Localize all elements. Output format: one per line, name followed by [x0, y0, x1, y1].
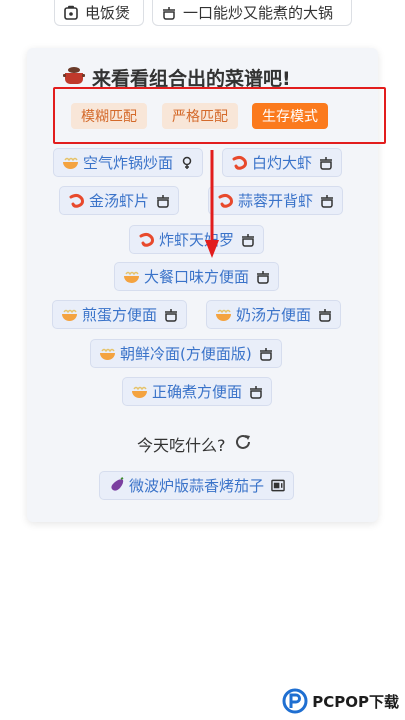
- today-pick-item[interactable]: 微波炉版蒜香烤茄子: [99, 471, 295, 500]
- recipe-item[interactable]: 煎蛋方便面: [52, 300, 188, 329]
- today-label: 今天吃什么?: [137, 436, 226, 455]
- tool-chip-pot[interactable]: 一口能炒又能煮的大锅: [152, 0, 352, 26]
- recipe-name: 炸虾天妇罗: [159, 231, 235, 249]
- watermark: PCPOP下载: [282, 688, 399, 714]
- watermark-text: PCPOP下载: [312, 692, 399, 711]
- mode-strict-button[interactable]: 严格匹配: [162, 103, 238, 129]
- mode-survival-button[interactable]: 生存模式: [252, 103, 328, 129]
- recipe-item[interactable]: 正确煮方便面: [122, 377, 273, 406]
- noodle-bowl-icon: [215, 306, 232, 323]
- mode-fuzzy-button[interactable]: 模糊匹配: [71, 103, 147, 129]
- noodle-bowl-icon: [62, 154, 79, 171]
- shrimp-icon: [231, 154, 248, 171]
- pot-icon: [259, 347, 273, 361]
- shrimp-icon: [138, 231, 155, 248]
- pot-icon: [318, 308, 332, 322]
- rice-cooker-icon: [63, 5, 79, 21]
- today-section: 今天吃什么?: [137, 432, 252, 456]
- recipe-name: 金汤虾片: [89, 192, 150, 210]
- microwave-icon: [271, 479, 285, 493]
- pot-icon: [319, 156, 333, 170]
- recipe-name: 奶汤方便面: [236, 306, 312, 324]
- eggplant-icon: [108, 477, 125, 494]
- annotation-arrow: [205, 150, 219, 258]
- recipe-name: 大餐口味方便面: [144, 268, 250, 286]
- pot-icon: [320, 194, 334, 208]
- shrimp-icon: [68, 192, 85, 209]
- recipe-name: 微波炉版蒜香烤茄子: [129, 477, 265, 495]
- recipe-item[interactable]: 空气炸锅炒面: [53, 148, 204, 177]
- tool-chip-label: 电饭煲: [85, 4, 131, 22]
- recipe-item[interactable]: 白灼大虾: [222, 148, 343, 177]
- pot-icon: [164, 308, 178, 322]
- refresh-icon[interactable]: [234, 433, 252, 455]
- recipe-name: 空气炸锅炒面: [83, 154, 174, 172]
- pot-icon: [161, 5, 177, 21]
- pot-icon: [156, 194, 170, 208]
- recipe-name: 煎蛋方便面: [82, 306, 158, 324]
- noodle-bowl-icon: [131, 383, 148, 400]
- recipe-item[interactable]: 炸虾天妇罗: [129, 225, 265, 254]
- pot-icon: [256, 270, 270, 284]
- pot-icon: [249, 385, 263, 399]
- recipe-item[interactable]: 大餐口味方便面: [114, 262, 280, 291]
- pcpop-logo-icon: [282, 688, 308, 714]
- noodle-bowl-icon: [99, 345, 116, 362]
- recipe-name: 蒜蓉开背虾: [238, 192, 314, 210]
- recipe-name: 白灼大虾: [252, 154, 313, 172]
- tool-chip-rice-cooker[interactable]: 电饭煲: [54, 0, 144, 26]
- pot-icon: [241, 233, 255, 247]
- recipe-item[interactable]: 金汤虾片: [59, 186, 180, 215]
- noodle-bowl-icon: [61, 306, 78, 323]
- recipe-name: 正确煮方便面: [152, 383, 243, 401]
- recipe-name: 朝鲜冷面(方便面版): [120, 345, 252, 363]
- noodle-bowl-icon: [123, 268, 140, 285]
- tool-chip-label: 一口能炒又能煮的大锅: [183, 4, 334, 22]
- recipe-item[interactable]: 蒜蓉开背虾: [208, 186, 344, 215]
- recipe-item[interactable]: 朝鲜冷面(方便面版): [90, 339, 282, 368]
- recipe-item[interactable]: 奶汤方便面: [206, 300, 342, 329]
- air-fryer-icon: [180, 156, 194, 170]
